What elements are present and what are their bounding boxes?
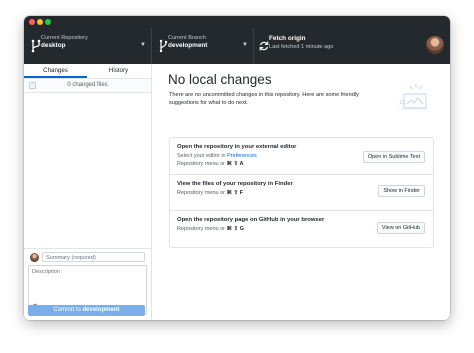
changed-files-header: 0 changed files xyxy=(24,79,151,93)
branch-name: development xyxy=(168,42,208,49)
shortcut-keys: ⌘ ⇧ F xyxy=(226,190,244,196)
caret-down-icon: ▼ xyxy=(242,42,248,48)
avatar xyxy=(30,253,39,262)
tab-changes[interactable]: Changes xyxy=(24,64,87,78)
description-placeholder: Description xyxy=(32,269,60,275)
show-in-finder-button[interactable]: Show in Finder xyxy=(378,185,425,197)
title-bar xyxy=(24,16,450,28)
current-branch-button[interactable]: Current Branch development ▼ xyxy=(151,28,254,64)
fetch-origin-button[interactable]: Fetch origin Last fetched 1 minute ago xyxy=(253,28,363,64)
suggestion-subtitle-text: Select your editor in xyxy=(177,153,228,159)
open-in-editor-button[interactable]: Open in Sublime Text xyxy=(362,151,425,163)
changed-files-count: 0 changed files xyxy=(67,82,108,88)
main-content: No local changes There are no uncommitte… xyxy=(152,64,450,320)
shortcut-keys: ⌘ ⇧ A xyxy=(226,161,244,167)
summary-input[interactable]: Summary (required) xyxy=(42,252,145,262)
shortcut-prefix: Repository menu or xyxy=(177,190,225,196)
current-repository-button[interactable]: Current Repository desktop ▼ xyxy=(24,28,152,64)
close-window-button[interactable] xyxy=(29,19,35,25)
suggestion-shortcut: Repository menu or ⌘ ⇧ F xyxy=(177,190,243,196)
suggestion-view-on-github: Open the repository page on GitHub in yo… xyxy=(170,210,433,247)
shortcut-prefix: Repository menu or xyxy=(177,161,225,167)
suggestion-shortcut: Repository menu or ⌘ ⇧ G xyxy=(177,226,244,232)
zoom-window-button[interactable] xyxy=(45,19,51,25)
page-description: There are no uncommitted changes in this… xyxy=(169,92,359,106)
branch-label: Current Branch xyxy=(168,35,206,41)
preferences-link[interactable]: Preferences xyxy=(227,153,257,159)
minimize-window-button[interactable] xyxy=(37,19,43,25)
repository-name: desktop xyxy=(41,42,66,49)
suggestion-shortcut: Repository menu or ⌘ ⇧ A xyxy=(177,161,243,167)
sidebar: Changes History 0 changed files Summary … xyxy=(24,64,152,320)
fetch-status: Last fetched 1 minute ago xyxy=(269,44,334,50)
shortcut-keys: ⌘ ⇧ G xyxy=(226,226,244,232)
suggestion-open-editor: Open the repository in your external edi… xyxy=(170,138,433,174)
sidebar-tabs: Changes History xyxy=(24,64,151,79)
shortcut-prefix: Repository menu or xyxy=(177,226,225,232)
suggestions-card: Open the repository in your external edi… xyxy=(169,137,434,248)
app-window: Current Repository desktop ▼ Current Bra… xyxy=(24,16,450,320)
commit-button-branch: development xyxy=(82,307,120,313)
user-avatar[interactable] xyxy=(426,36,444,54)
fetch-title: Fetch origin xyxy=(269,35,306,42)
suggestion-subtitle: Select your editor in Preferences xyxy=(177,153,257,159)
empty-state-illustration xyxy=(399,84,429,110)
commit-button-prefix: Commit to xyxy=(53,307,83,313)
commit-panel: Summary (required) Description Commit to… xyxy=(24,248,151,320)
toolbar: Current Repository desktop ▼ Current Bra… xyxy=(24,28,450,64)
commit-button[interactable]: Commit to development xyxy=(28,305,145,316)
suggestion-title: View the files of your repository in Fin… xyxy=(177,181,293,187)
tab-history[interactable]: History xyxy=(87,64,150,78)
repository-label: Current Repository xyxy=(41,35,88,41)
suggestion-title: Open the repository page on GitHub in yo… xyxy=(177,217,325,223)
view-on-github-button[interactable]: View on GitHub xyxy=(376,222,425,234)
caret-down-icon: ▼ xyxy=(140,42,146,48)
page-title: No local changes xyxy=(168,72,272,87)
suggestion-title: Open the repository in your external edi… xyxy=(177,144,297,150)
suggestion-show-in-finder: View the files of your repository in Fin… xyxy=(170,174,433,210)
